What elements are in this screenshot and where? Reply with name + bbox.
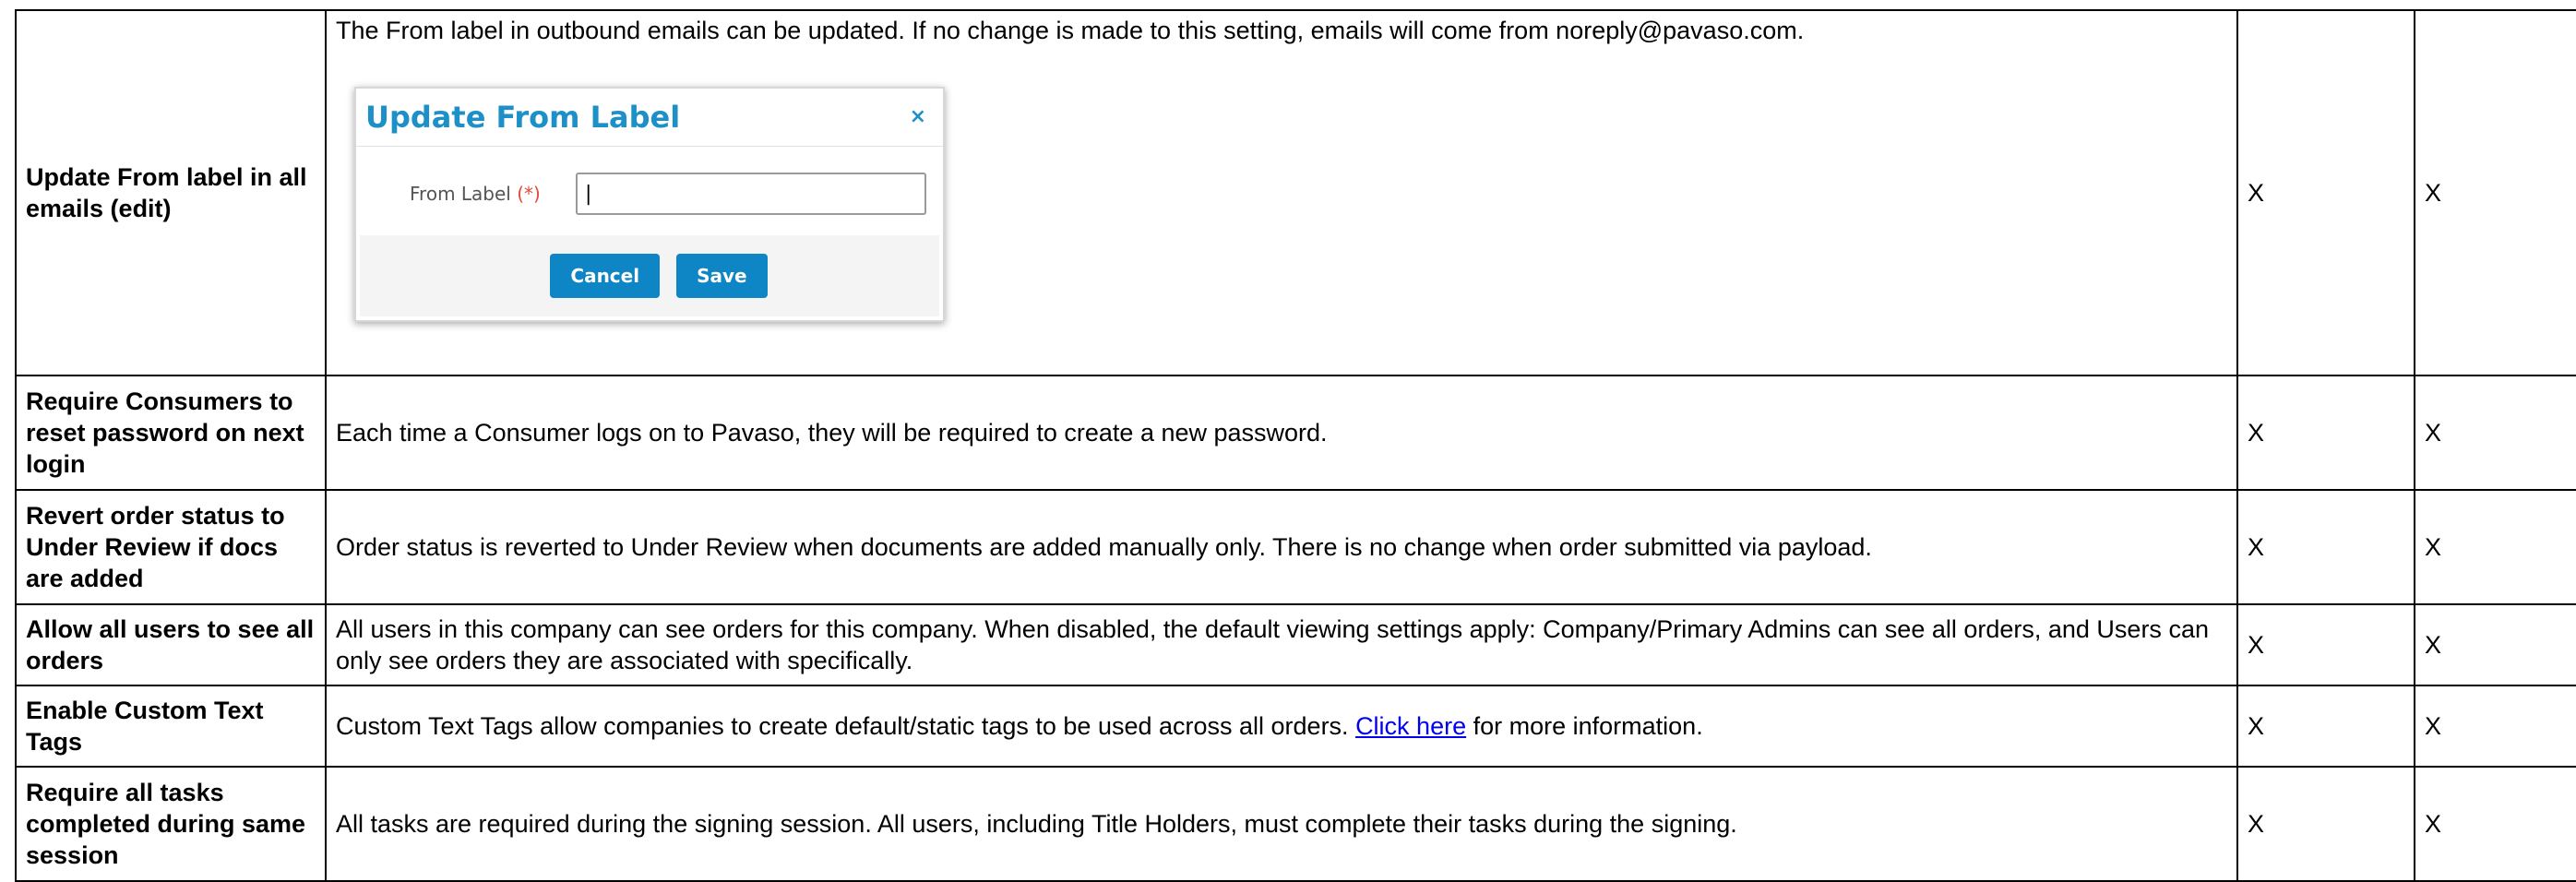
setting-name: Require Consumers to reset password on n… [15, 375, 327, 491]
dialog-body: From Label (*) [356, 147, 943, 235]
column-mark: X [2236, 489, 2415, 605]
setting-name: Enable Custom Text Tags [15, 685, 327, 768]
table-row: Require all tasks completed during same … [15, 766, 2576, 882]
update-from-label-dialog: Update From Label × From Label (*) Cance… [354, 87, 945, 322]
column-mark: X [2414, 489, 2576, 605]
setting-description: All users in this company can see orders… [325, 603, 2238, 686]
required-marker: (*) [517, 183, 541, 205]
setting-name: Update From label in all emails (edit) [15, 9, 327, 376]
table-row: Allow all users to see all orders All us… [15, 603, 2576, 686]
table-row: Update From label in all emails (edit) T… [15, 9, 2576, 376]
from-label-input[interactable] [576, 173, 926, 215]
setting-name: Require all tasks completed during same … [15, 766, 327, 882]
column-mark: X [2414, 685, 2576, 768]
dialog-footer: Cancel Save [360, 235, 939, 316]
column-mark: X [2236, 766, 2415, 882]
setting-description: Order status is reverted to Under Review… [325, 489, 2238, 605]
column-mark: X [2414, 766, 2576, 882]
settings-table: Update From label in all emails (edit) T… [15, 9, 2576, 882]
dialog-title: Update From Label [365, 100, 681, 135]
table-row: Revert order status to Under Review if d… [15, 489, 2576, 605]
more-info-link[interactable]: Click here [1355, 712, 1466, 740]
setting-description: Each time a Consumer logs on to Pavaso, … [325, 375, 2238, 491]
column-mark: X [2236, 9, 2415, 376]
column-mark: X [2414, 603, 2576, 686]
from-label-field-label: From Label (*) [410, 178, 576, 209]
column-mark: X [2236, 603, 2415, 686]
table-row: Require Consumers to reset password on n… [15, 375, 2576, 491]
setting-name: Revert order status to Under Review if d… [15, 489, 327, 605]
setting-description-cell: Custom Text Tags allow companies to crea… [325, 685, 2238, 768]
table-row: Enable Custom Text Tags Custom Text Tags… [15, 685, 2576, 768]
column-mark: X [2414, 9, 2576, 376]
field-label-text: From Label [410, 183, 511, 205]
save-button[interactable]: Save [676, 254, 768, 298]
setting-description: Custom Text Tags allow companies to crea… [336, 712, 1356, 740]
setting-description-cell: The From label in outbound emails can be… [325, 9, 2238, 376]
setting-description: The From label in outbound emails can be… [336, 17, 1805, 44]
column-mark: X [2236, 685, 2415, 768]
close-icon[interactable]: × [910, 101, 926, 133]
setting-description: All tasks are required during the signin… [325, 766, 2238, 882]
column-mark: X [2236, 375, 2415, 491]
setting-description-tail: for more information. [1466, 712, 1703, 740]
dialog-header: Update From Label × [356, 89, 943, 147]
column-mark: X [2414, 375, 2576, 491]
cancel-button[interactable]: Cancel [550, 254, 661, 298]
setting-name: Allow all users to see all orders [15, 603, 327, 686]
